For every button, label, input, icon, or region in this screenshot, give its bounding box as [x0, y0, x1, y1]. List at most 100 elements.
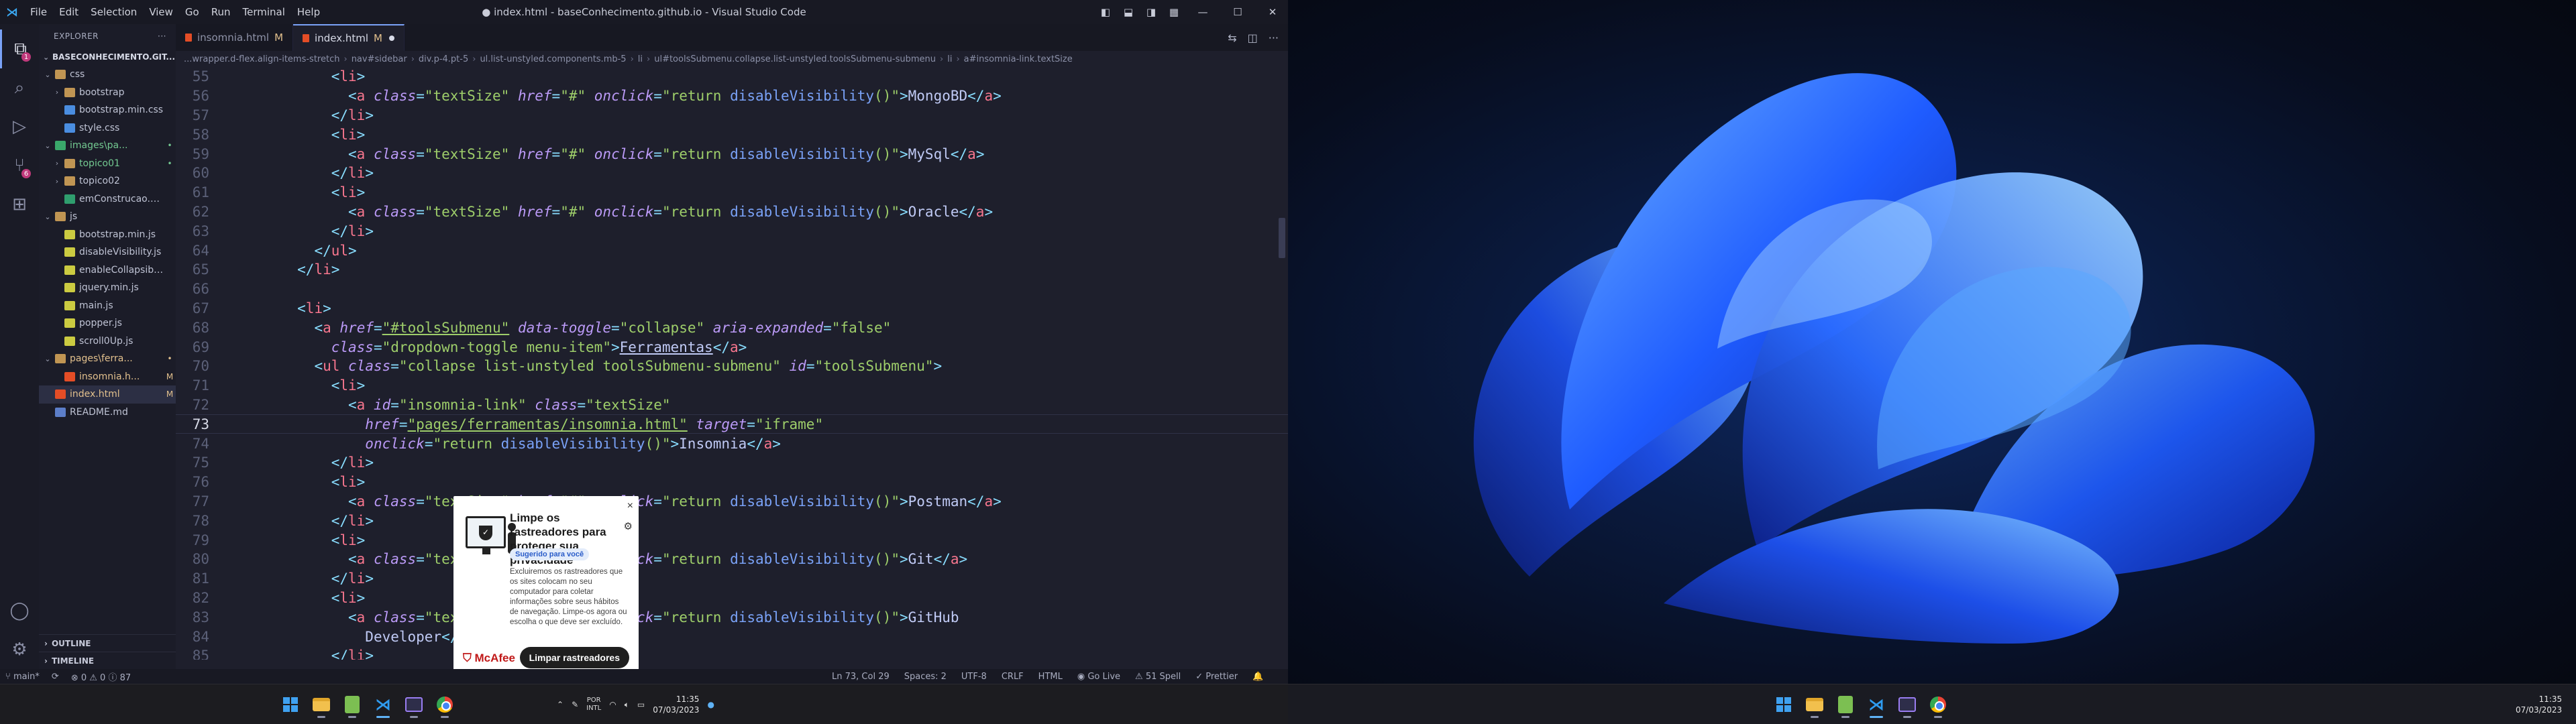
minimize-button[interactable]: — — [1187, 3, 1218, 21]
code-line[interactable]: 84 Developer</a> — [176, 627, 1288, 646]
open-changes-icon[interactable]: ⇆ — [1228, 32, 1236, 44]
maximize-button[interactable]: ☐ — [1222, 3, 1253, 21]
code-line[interactable]: 56 <a class="textSize" href="#" onclick=… — [176, 86, 1288, 106]
run-debug-icon[interactable]: ▷ — [0, 107, 39, 146]
language-indicator[interactable]: POR INTL — [586, 697, 601, 713]
breadcrumb-item[interactable]: ul.list-unstyled.components.mb-5 — [480, 54, 626, 64]
tree-item[interactable]: ⌄ js — [39, 208, 176, 226]
source-control-icon[interactable]: ⑂ 6 — [0, 146, 39, 185]
branch-indicator[interactable]: ⑂ main* — [5, 672, 40, 682]
customize-layout-icon[interactable]: ▦ — [1165, 3, 1183, 21]
problems-indicator[interactable]: ⊗ 0 ⚠ 0 ⓘ 87 — [71, 670, 131, 683]
notifications-bell-icon[interactable]: 🔔 — [1252, 672, 1263, 682]
toggle-primary-sidebar-icon[interactable]: ◧ — [1096, 3, 1115, 21]
close-icon[interactable]: × — [627, 500, 633, 512]
go-live-button[interactable]: ◉ Go Live — [1077, 672, 1120, 682]
code-line[interactable]: 73 href="pages/ferramentas/insomnia.html… — [176, 414, 1288, 434]
outline-section[interactable]: › OUTLINE — [39, 634, 176, 652]
tree-item[interactable]: › bootstrap — [39, 84, 176, 102]
code-line[interactable]: 59 <a class="textSize" href="#" onclick=… — [176, 144, 1288, 164]
cursor-position[interactable]: Ln 73, Col 29 — [832, 672, 890, 682]
menu-file[interactable]: File — [24, 6, 53, 18]
toggle-secondary-sidebar-icon[interactable]: ◨ — [1142, 3, 1161, 21]
code-line[interactable]: 78 </li> — [176, 511, 1288, 530]
tab-insomnia-html[interactable]: insomnia.html M — [176, 24, 294, 51]
workspace-root[interactable]: ⌄ BASECONHECIMENTO.GIT... — [39, 48, 176, 66]
start-button[interactable] — [277, 691, 304, 718]
battery-icon[interactable]: ▭ — [637, 700, 645, 709]
vscode-taskbar[interactable]: ⋊ — [370, 691, 396, 718]
toggle-panel-icon[interactable]: ⬓ — [1119, 3, 1138, 21]
menu-go[interactable]: Go — [179, 6, 205, 18]
indentation[interactable]: Spaces: 2 — [904, 672, 947, 682]
pen-icon[interactable]: ✎ — [572, 700, 578, 709]
menu-help[interactable]: Help — [291, 6, 326, 18]
tree-item[interactable]: enableCollapsibl... — [39, 261, 176, 280]
tree-item[interactable]: ⌄ css — [39, 66, 176, 84]
prettier-indicator[interactable]: ✓ Prettier — [1195, 672, 1238, 682]
code-line[interactable]: 85 </li> — [176, 646, 1288, 660]
terminal-taskbar[interactable] — [1894, 691, 1921, 718]
more-actions-icon[interactable]: ··· — [1269, 32, 1279, 44]
chrome-taskbar[interactable] — [431, 691, 458, 718]
scrollbar-thumb[interactable] — [1279, 218, 1285, 258]
tree-item[interactable]: style.css — [39, 119, 176, 137]
tree-item[interactable]: index.html M — [39, 385, 176, 404]
tree-item[interactable]: › topico01 • — [39, 155, 176, 173]
tree-item[interactable]: bootstrap.min.css — [39, 101, 176, 119]
code-line[interactable]: 68 <a href="#toolsSubmenu" data-toggle="… — [176, 318, 1288, 337]
code-line[interactable]: 81 </li> — [176, 569, 1288, 589]
code-line[interactable]: 66 — [176, 280, 1288, 299]
tree-item[interactable]: ⌄ pages\ferra... • — [39, 350, 176, 368]
breadcrumb-item[interactable]: div.p-4.pt-5 — [419, 54, 468, 64]
menu-run[interactable]: Run — [205, 6, 237, 18]
wifi-icon[interactable]: ◠ — [609, 700, 616, 709]
timeline-section[interactable]: › TIMELINE — [39, 652, 176, 669]
more-actions-icon[interactable]: ··· — [158, 32, 166, 41]
spell-check-indicator[interactable]: ⚠ 51 Spell — [1135, 672, 1181, 682]
vscode-taskbar[interactable]: ⋊ — [1863, 691, 1890, 718]
code-line[interactable]: 55 <li> — [176, 67, 1288, 86]
tree-item[interactable]: disableVisibility.js — [39, 243, 176, 261]
code-line[interactable]: 63 </li> — [176, 221, 1288, 241]
editor-scrollbar[interactable] — [1277, 67, 1287, 660]
notification-center-icon[interactable]: ● — [707, 700, 714, 709]
volume-icon[interactable]: 🔈︎ — [625, 700, 629, 710]
tree-item[interactable]: emConstrucao.p... — [39, 190, 176, 208]
code-line[interactable]: 57 </li> — [176, 106, 1288, 125]
split-editor-icon[interactable]: ◫ — [1248, 32, 1258, 44]
code-line[interactable]: 76 <li> — [176, 473, 1288, 492]
explorer-icon[interactable]: ⧉ 1 — [0, 29, 39, 68]
clear-trackers-button[interactable]: Limpar rastreadores — [519, 647, 629, 668]
code-line[interactable]: 72 <a id="insomnia-link" class="textSize… — [176, 396, 1288, 415]
tree-item[interactable]: bootstrap.min.js — [39, 226, 176, 244]
breadcrumb-item[interactable]: a#insomnia-link.textSize — [964, 54, 1073, 64]
line-ending[interactable]: CRLF — [1002, 672, 1024, 682]
code-line[interactable]: 61 <li> — [176, 183, 1288, 202]
menu-terminal[interactable]: Terminal — [237, 6, 291, 18]
notepad-taskbar[interactable] — [1832, 691, 1859, 718]
tree-item[interactable]: ⌄ images\pa... • — [39, 137, 176, 155]
breadcrumb-item[interactable]: nav#sidebar — [352, 54, 407, 64]
breadcrumb-item[interactable]: ...wrapper.d-flex.align-items-stretch — [184, 54, 339, 64]
tree-item[interactable]: jquery.min.js — [39, 279, 176, 297]
tree-item[interactable]: scroll0Up.js — [39, 333, 176, 351]
terminal-taskbar[interactable] — [400, 691, 427, 718]
language-mode[interactable]: HTML — [1038, 672, 1063, 682]
account-icon[interactable]: ◯ — [0, 591, 39, 630]
code-line[interactable]: 79 <li> — [176, 530, 1288, 550]
code-line[interactable]: 62 <a class="textSize" href="#" onclick=… — [176, 202, 1288, 222]
code-line[interactable]: 70 <ul class="collapse list-unstyled too… — [176, 357, 1288, 376]
code-line[interactable]: 71 <li> — [176, 376, 1288, 396]
code-line[interactable]: 65 </li> — [176, 260, 1288, 280]
tree-item[interactable]: main.js — [39, 297, 176, 315]
code-line[interactable]: 67 <li> — [176, 299, 1288, 318]
menu-view[interactable]: View — [143, 6, 179, 18]
code-line[interactable]: 80 <a class="textSize" href="#" onclick=… — [176, 550, 1288, 569]
tree-item[interactable]: README.md — [39, 404, 176, 422]
search-icon[interactable]: ⌕ — [0, 68, 39, 107]
start-button[interactable] — [1770, 691, 1797, 718]
notepad-taskbar[interactable] — [339, 691, 366, 718]
code-line[interactable]: 74 onclick="return disableVisibility()">… — [176, 434, 1288, 453]
extensions-icon[interactable]: ⊞ — [0, 185, 39, 224]
